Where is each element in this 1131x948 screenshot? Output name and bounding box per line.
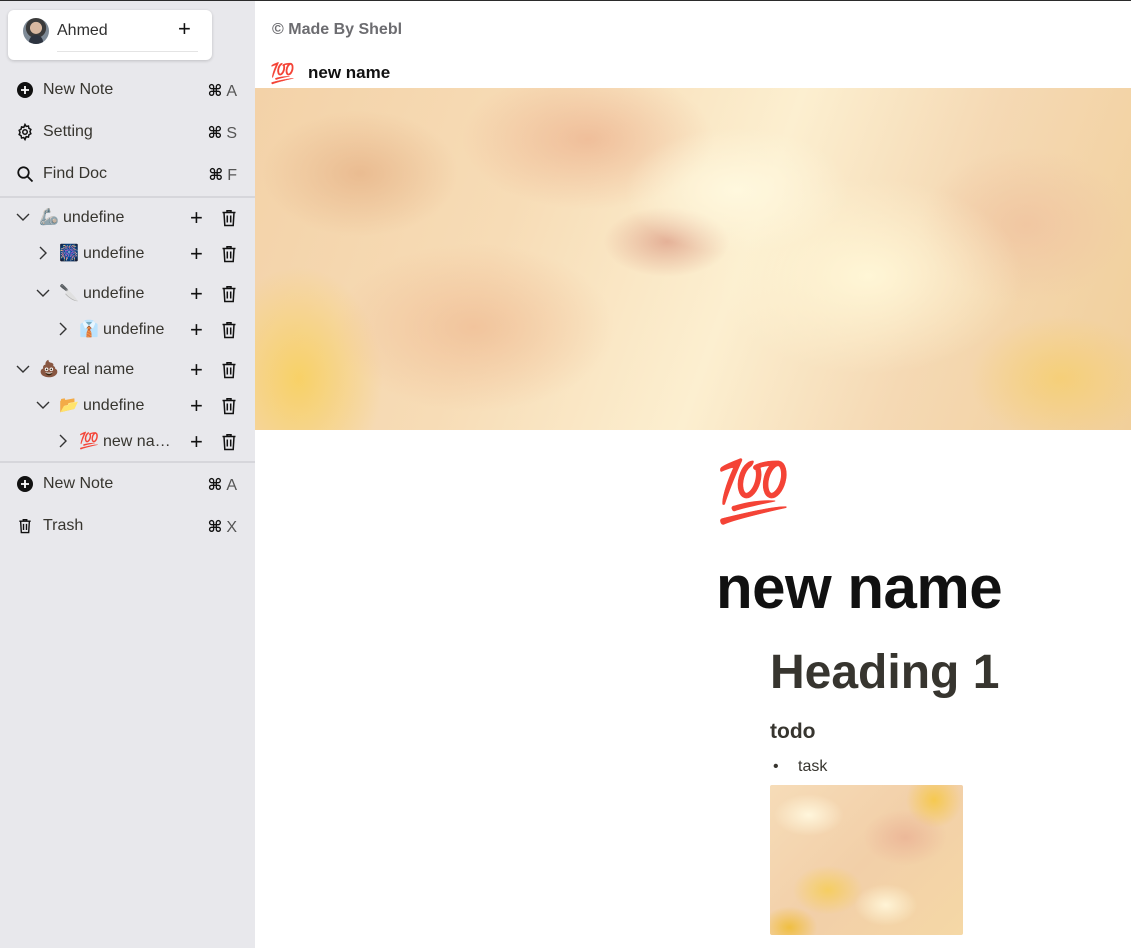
tree-item-label: real name [63,361,135,378]
breadcrumb-emoji-icon: 💯 [270,63,295,85]
menu-find-doc[interactable]: Find Doc ⌘ F [0,156,255,192]
add-workspace-plus-icon[interactable]: + [178,18,191,40]
menu-trash[interactable]: Trash ⌘ X [0,508,255,544]
tree-item[interactable]: 💩 real name + [0,355,255,387]
menu-trash-label: Trash [43,517,84,534]
user-card[interactable]: Ahmed + [8,10,212,60]
tree-item-label: undefine [83,397,145,414]
user-card-divider [57,51,198,52]
chevron-down-icon[interactable] [35,285,51,301]
main-content: © Made By Shebl 💯 new name 💯 new name He… [255,0,1131,948]
menu-new-note[interactable]: New Note ⌘ A [0,72,255,108]
gear-icon [16,123,34,141]
add-child-plus-icon[interactable]: + [190,319,203,341]
tree-item[interactable]: 👔 undefine + [0,315,255,347]
page-emoji-icon: 💯 [79,433,99,450]
add-child-plus-icon[interactable]: + [190,243,203,265]
tree-item[interactable]: 🦾 undefine + [0,203,255,235]
search-icon [16,165,34,183]
avatar [23,18,49,44]
menu-new-note-label: New Note [43,81,114,98]
chevron-right-icon[interactable] [55,321,71,337]
tree-item[interactable]: 📂 undefine + [0,391,255,423]
menu-setting[interactable]: Setting ⌘ S [0,114,255,150]
menu-find-doc-label: Find Doc [43,165,108,182]
add-child-plus-icon[interactable]: + [190,431,203,453]
tree-item[interactable]: 🔪 undefine + [0,279,255,311]
page-emoji-icon: 📂 [59,397,79,414]
tree-item-label: undefine [83,285,145,302]
trash-icon[interactable] [221,433,237,451]
todo-heading-block[interactable]: todo [770,720,815,744]
trash-icon[interactable] [221,285,237,303]
menu-find-doc-shortcut: ⌘ F [208,167,237,184]
trash-icon [16,517,34,535]
plus-circle-icon [16,81,34,99]
sidebar-divider [0,196,255,198]
menu-new-note-shortcut: ⌘ A [207,83,237,100]
page-emoji-icon: 🔪 [59,285,79,302]
add-child-plus-icon[interactable]: + [190,359,203,381]
page-emoji-icon: 🎆 [59,245,79,262]
trash-icon[interactable] [221,397,237,415]
tree-item[interactable]: 💯 new name + [0,427,255,459]
menu-new-note-label: New Note [43,475,114,492]
chevron-right-icon[interactable] [55,433,71,449]
trash-icon[interactable] [221,209,237,227]
sidebar-divider [0,461,255,463]
tree-item-label: undefine [83,245,145,262]
menu-setting-label: Setting [43,123,93,140]
menu-trash-shortcut: ⌘ X [207,519,237,536]
trash-icon[interactable] [221,361,237,379]
add-child-plus-icon[interactable]: + [190,395,203,417]
chevron-down-icon[interactable] [35,397,51,413]
heading-1-block[interactable]: Heading 1 [770,645,999,700]
trash-icon[interactable] [221,245,237,263]
page-emoji-icon: 💩 [39,361,59,378]
add-child-plus-icon[interactable]: + [190,207,203,229]
cover-image[interactable] [255,88,1131,430]
page-title[interactable]: new name [716,553,1003,622]
bullet-icon: • [773,758,779,775]
list-item-text: task [798,758,828,775]
sidebar: Ahmed + New Note ⌘ A Setting ⌘ S Find Doc … [0,0,255,948]
tree-item-label: undefine [103,321,165,338]
chevron-right-icon[interactable] [35,245,51,261]
plus-circle-icon [16,475,34,493]
page-emoji-icon: 🦾 [39,209,59,226]
user-name: Ahmed [57,22,108,39]
chevron-down-icon[interactable] [15,209,31,225]
page-emoji-icon: 👔 [79,321,99,338]
credit-text: © Made By Shebl [272,21,403,38]
menu-new-note-bottom[interactable]: New Note ⌘ A [0,466,255,502]
menu-setting-shortcut: ⌘ S [207,125,237,142]
add-child-plus-icon[interactable]: + [190,283,203,305]
chevron-down-icon[interactable] [15,361,31,377]
image-block[interactable] [770,785,963,935]
page-emoji-icon[interactable]: 💯 [716,456,791,528]
tree-item[interactable]: 🎆 undefine + [0,239,255,271]
menu-new-note-shortcut: ⌘ A [207,477,237,494]
tree-item-label: new name [103,433,173,450]
tree-item-label: undefine [63,209,125,226]
trash-icon[interactable] [221,321,237,339]
breadcrumb-title[interactable]: new name [308,63,390,83]
